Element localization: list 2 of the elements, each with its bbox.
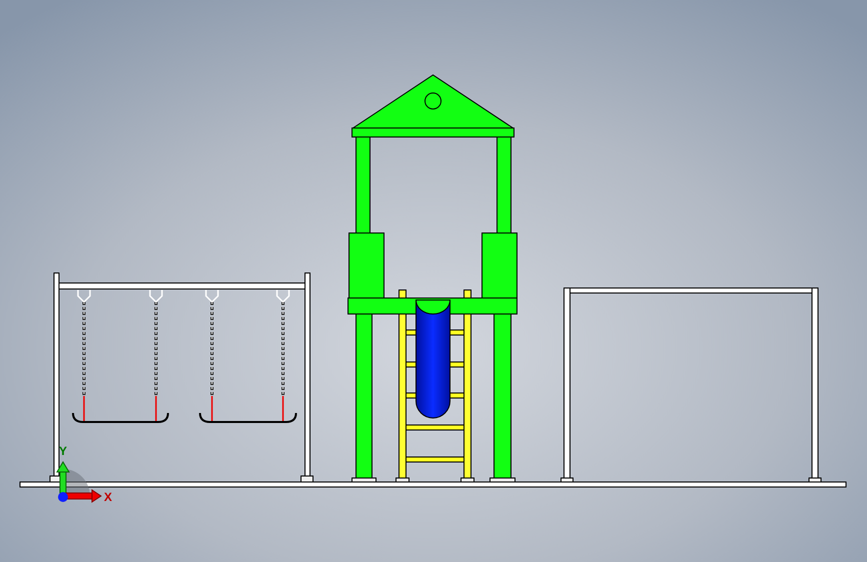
axis-triad-icon <box>56 461 102 503</box>
x-axis-label: X <box>104 490 112 504</box>
